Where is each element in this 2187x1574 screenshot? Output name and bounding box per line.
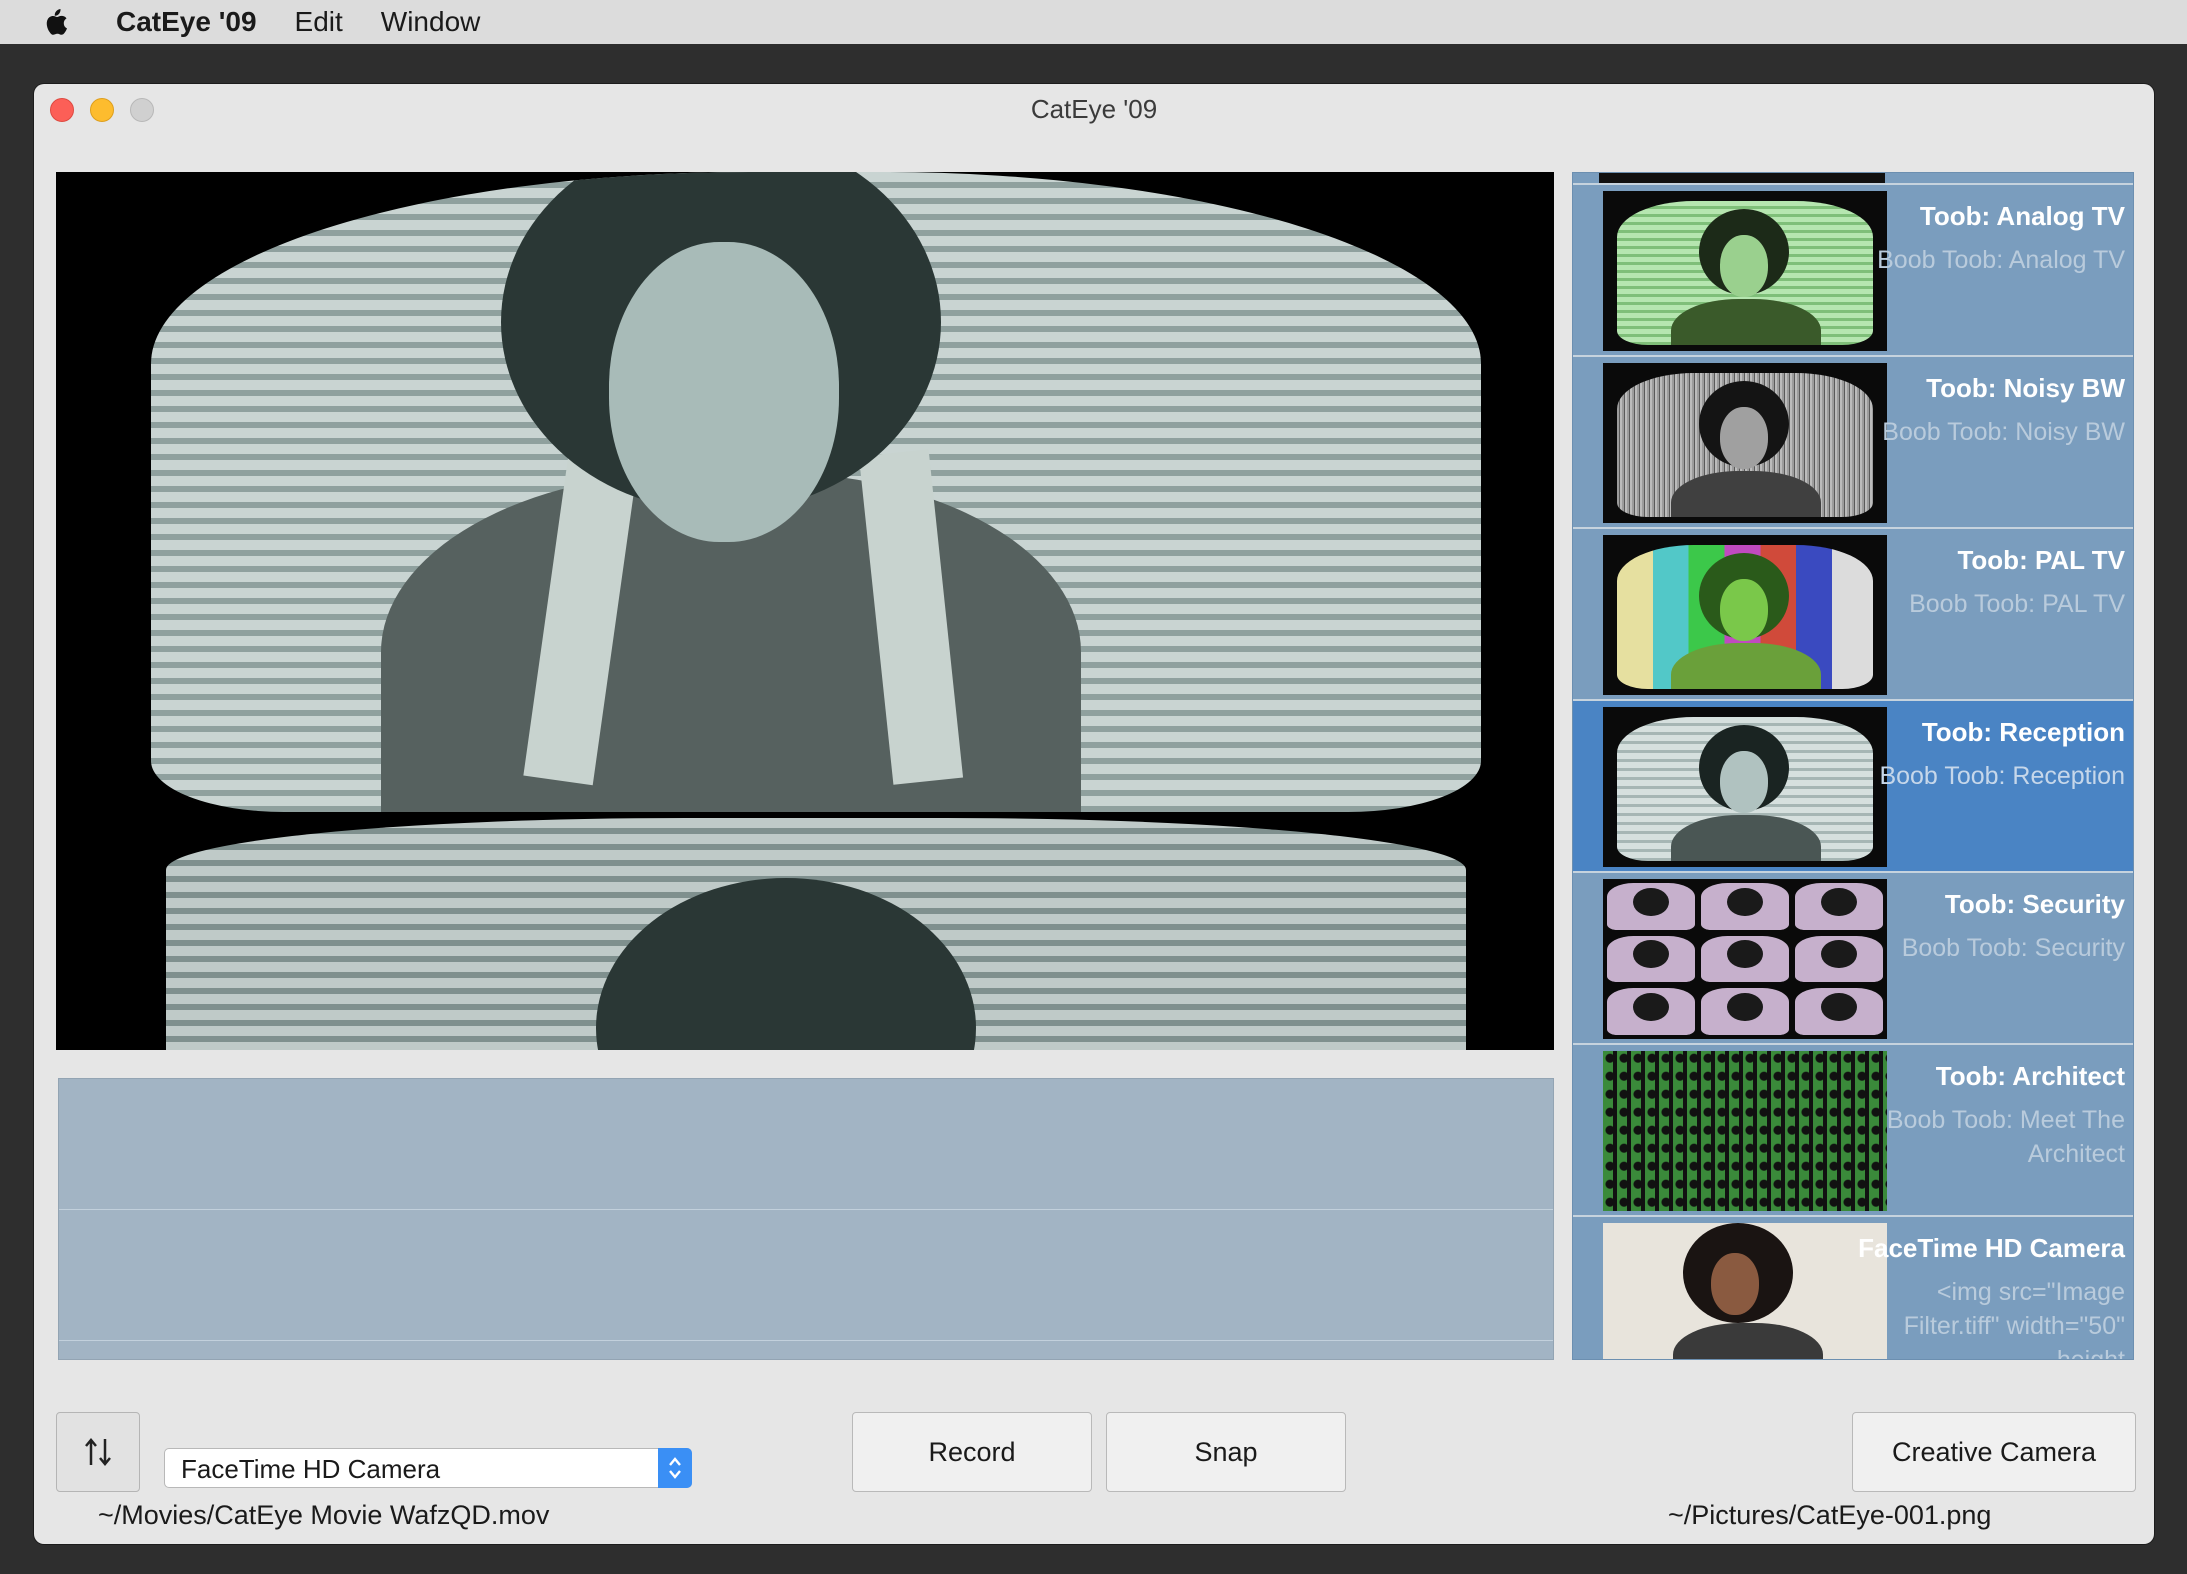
- filter-title: Toob: Noisy BW: [1926, 373, 2125, 403]
- filter-description: Boob Toob: Analog TV: [1877, 246, 2125, 274]
- filter-title: Toob: Security: [1944, 889, 2125, 919]
- zoom-window-button[interactable]: [130, 98, 154, 122]
- filter-thumbnail: [1603, 1223, 1887, 1359]
- log-row[interactable]: [59, 1079, 1553, 1210]
- log-row[interactable]: [59, 1210, 1553, 1341]
- main-window: CatEye '09 Toob: Analog TV Boob Toob: An…: [34, 84, 2154, 1544]
- filter-description: Boob Toob: Noisy BW: [1882, 418, 2125, 446]
- menu-window[interactable]: Window: [381, 6, 481, 38]
- camera-select-value: FaceTime HD Camera: [181, 1454, 441, 1484]
- filter-title: Toob: Reception: [1921, 717, 2125, 747]
- filter-list[interactable]: Toob: Analog TV Boob Toob: Analog TV Too…: [1572, 172, 2134, 1360]
- image-path-label: ~/Pictures/CatEye-001.png: [1668, 1500, 1992, 1530]
- swap-arrows-icon: [85, 1438, 111, 1466]
- filter-title: Toob: PAL TV: [1957, 545, 2125, 575]
- filter-description: Boob Toob: Meet The Architect: [1886, 1106, 2125, 1168]
- creative-camera-button[interactable]: Creative Camera: [1852, 1412, 2136, 1492]
- apple-logo-icon[interactable]: [40, 6, 70, 38]
- popup-arrows-icon[interactable]: [658, 1448, 692, 1488]
- menu-bar: CatEye '09 Edit Window: [0, 0, 2187, 44]
- filter-title: Toob: Analog TV: [1919, 201, 2125, 231]
- filter-item-facetime-camera[interactable]: FaceTime HD Camera <img src="Image Filte…: [1573, 1217, 2133, 1360]
- filter-item-analog-tv[interactable]: Toob: Analog TV Boob Toob: Analog TV: [1573, 185, 2133, 357]
- window-title: CatEye '09: [1030, 93, 1158, 124]
- menu-edit[interactable]: Edit: [295, 6, 343, 38]
- filter-description: Boob Toob: Security: [1901, 934, 2125, 962]
- swap-orientation-button[interactable]: [56, 1412, 140, 1492]
- filter-description: Boob Toob: PAL TV: [1909, 590, 2125, 618]
- close-window-button[interactable]: [50, 98, 74, 122]
- filter-description: Boob Toob: Reception: [1879, 762, 2125, 790]
- movie-path-label: ~/Movies/CatEye Movie WafzQD.mov: [98, 1500, 550, 1530]
- filter-thumbnail: [1603, 363, 1887, 523]
- filter-title: Toob: Architect: [1935, 1061, 2125, 1091]
- preview-echo-hair: [596, 878, 976, 1050]
- filter-item-reception[interactable]: Toob: Reception Boob Toob: Reception: [1573, 701, 2133, 873]
- filter-thumbnail: [1603, 707, 1887, 867]
- log-panel[interactable]: [58, 1078, 1554, 1360]
- crt-screen-main: [151, 172, 1481, 812]
- preview-person-face: [609, 242, 839, 542]
- minimize-window-button[interactable]: [90, 98, 114, 122]
- filter-list-partial-row[interactable]: [1573, 173, 2133, 185]
- camera-preview: [56, 172, 1554, 1050]
- title-bar: CatEye '09: [34, 84, 2154, 134]
- filter-thumbnail: [1603, 879, 1887, 1039]
- camera-select[interactable]: FaceTime HD Camera: [164, 1448, 692, 1488]
- snap-button[interactable]: Snap: [1106, 1412, 1346, 1492]
- filter-thumbnail: [1603, 1051, 1887, 1211]
- filter-title: FaceTime HD Camera: [1858, 1233, 2125, 1263]
- filter-description: <img src="Image Filter.tiff" width="50" …: [1903, 1278, 2125, 1360]
- filter-thumbnail: [1603, 535, 1887, 695]
- filter-item-noisy-bw[interactable]: Toob: Noisy BW Boob Toob: Noisy BW: [1573, 357, 2133, 529]
- menu-app-name[interactable]: CatEye '09: [116, 6, 257, 38]
- crt-screen-echo: [166, 818, 1466, 1050]
- filter-item-pal-tv[interactable]: Toob: PAL TV Boob Toob: PAL TV: [1573, 529, 2133, 701]
- record-button[interactable]: Record: [852, 1412, 1092, 1492]
- filter-item-architect[interactable]: Toob: Architect Boob Toob: Meet The Arch…: [1573, 1045, 2133, 1217]
- filter-thumbnail: [1603, 191, 1887, 351]
- filter-item-security[interactable]: Toob: Security Boob Toob: Security: [1573, 873, 2133, 1045]
